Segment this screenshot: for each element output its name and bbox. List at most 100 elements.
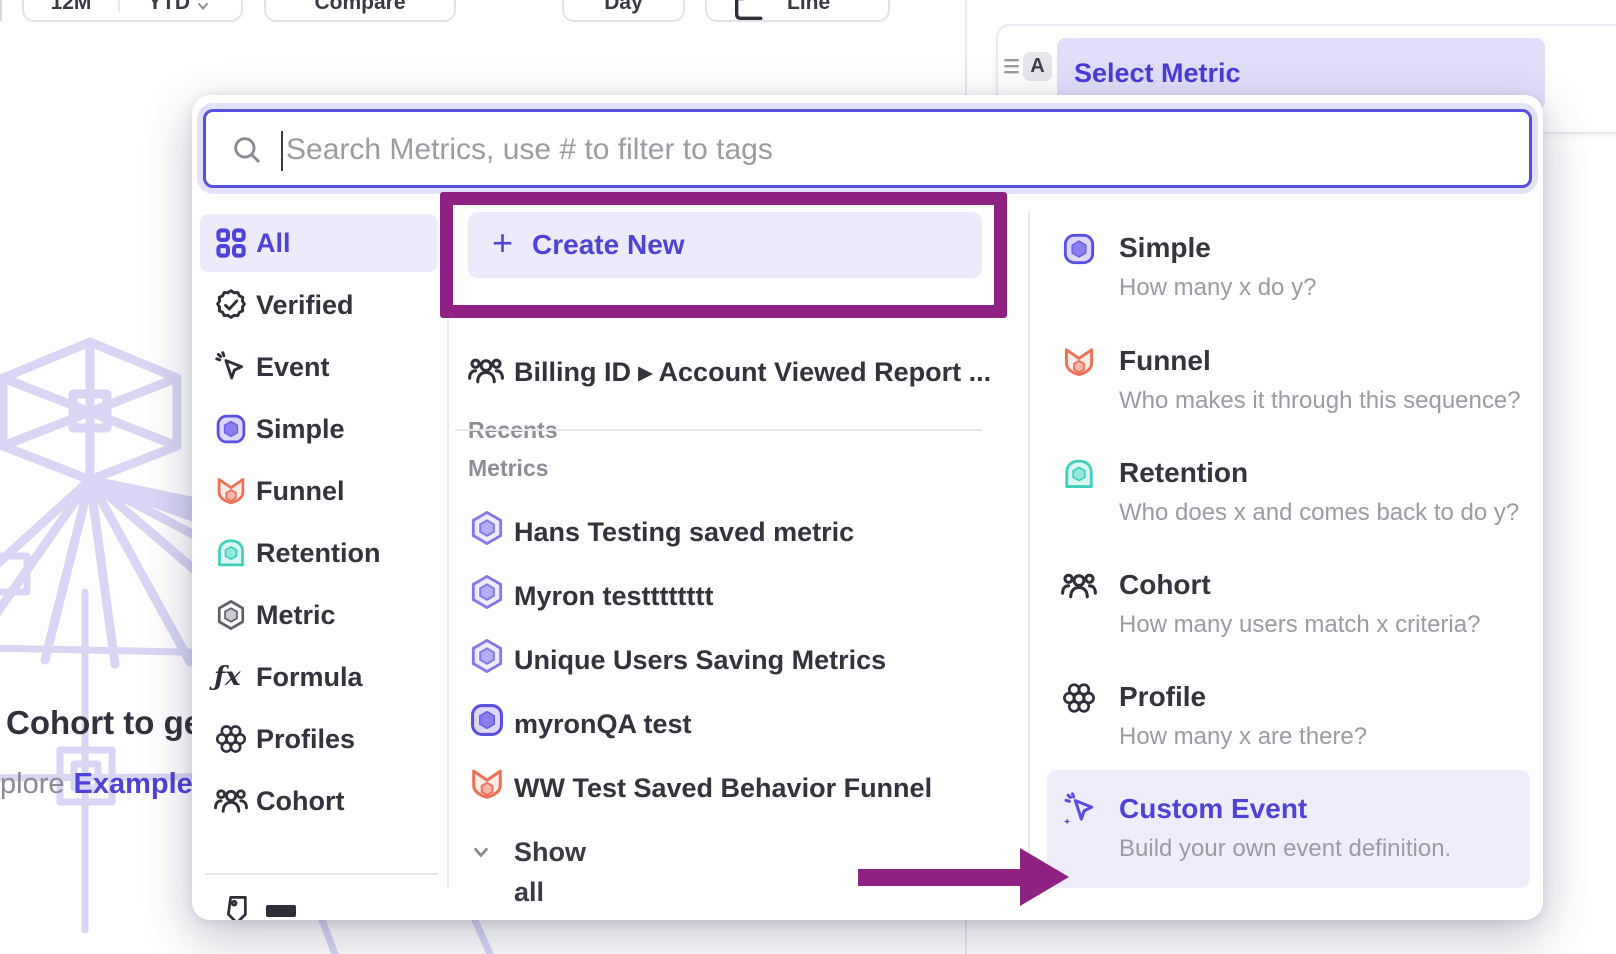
retention-icon xyxy=(214,536,248,570)
funnel-icon xyxy=(214,474,248,508)
sidebar-item-label: Cohort xyxy=(256,772,344,830)
cohort-people-icon xyxy=(468,353,504,394)
retention-icon xyxy=(1061,456,1097,492)
profiles-flower-icon xyxy=(214,722,248,756)
sidebar-item-cohort[interactable]: Cohort xyxy=(200,772,438,830)
event-cursor-icon xyxy=(214,350,248,384)
compare-label: Compare xyxy=(266,0,454,15)
saved-metric-label: Unique Users Saving Metrics xyxy=(514,635,886,685)
section-divider xyxy=(455,429,982,431)
empty-state-headline: Cohort to ge xyxy=(6,704,202,742)
sidebar-item-metric[interactable]: Metric xyxy=(200,586,438,644)
clipped-button-edge xyxy=(0,0,2,21)
annotation-arrow xyxy=(858,869,1021,886)
metric-type-funnel[interactable]: Funnel Who makes it through this sequenc… xyxy=(1036,342,1536,442)
saved-metric-label: Hans Testing saved metric xyxy=(514,507,854,557)
line-label: Line xyxy=(787,0,830,15)
annotation-arrow-head xyxy=(1020,848,1069,906)
saved-metric-label: myronQA test xyxy=(514,699,692,749)
tag-icon xyxy=(222,891,254,920)
date-range-segmented-control[interactable]: 12M YTD xyxy=(22,0,243,22)
series-badge: A xyxy=(1023,52,1052,81)
metric-type-desc: How many users match x criteria? xyxy=(1119,606,1480,644)
cohort-people-icon xyxy=(1061,568,1097,604)
metric-type-retention[interactable]: Retention Who does x and comes back to d… xyxy=(1036,454,1536,554)
recent-item-label: Billing ID ▸ Account Viewed Report ... xyxy=(514,347,991,397)
sidebar-item-retention[interactable]: Retention xyxy=(200,524,438,582)
sidebar-item-label: All xyxy=(256,214,291,272)
metric-type-desc: How many x do y? xyxy=(1119,269,1316,307)
empty-state-explore: plore Example xyxy=(0,768,193,801)
sidebar-item-verified[interactable]: Verified xyxy=(200,276,438,334)
funnel-icon xyxy=(468,765,506,808)
simple-icon xyxy=(1061,231,1097,267)
metric-search-input[interactable] xyxy=(284,112,1519,187)
metric-type-custom-event[interactable]: Custom Event Build your own event defini… xyxy=(1036,790,1536,890)
simple-icon xyxy=(214,412,248,446)
saved-metric-hexagon-icon xyxy=(468,637,506,680)
metric-type-title: Funnel xyxy=(1119,342,1211,380)
sidebar-item-tag-clipped[interactable] xyxy=(222,891,254,920)
grid-icon xyxy=(214,226,248,260)
metric-type-title: Custom Event xyxy=(1119,790,1307,828)
annotation-rectangle xyxy=(440,192,1007,318)
line-chart-icon xyxy=(731,0,765,22)
compare-button[interactable]: Compare xyxy=(264,0,456,22)
metric-hexagon-icon xyxy=(214,598,248,632)
text-caret xyxy=(281,131,283,171)
formula-icon: ƒx xyxy=(214,660,248,694)
example-reports-link[interactable]: Example xyxy=(74,768,193,800)
sidebar-item-simple[interactable]: Simple xyxy=(200,400,438,458)
custom-event-icon xyxy=(1061,792,1097,828)
metric-type-desc: Who makes it through this sequence? xyxy=(1119,382,1521,420)
metric-type-title: Profile xyxy=(1119,678,1206,716)
drag-handle-icon[interactable] xyxy=(1004,59,1021,74)
saved-metric-hexagon-icon xyxy=(468,573,506,616)
show-all-label: Show all (29) xyxy=(514,832,586,920)
profiles-flower-icon xyxy=(1061,680,1097,716)
sidebar-item-event[interactable]: Event xyxy=(200,338,438,396)
search-box xyxy=(203,109,1532,188)
day-label: Day xyxy=(564,0,683,15)
range-ytd-label: YTD xyxy=(148,0,190,15)
chart-type-line-button[interactable]: Line xyxy=(705,0,890,22)
column-divider xyxy=(1028,210,1030,888)
range-ytd-button[interactable]: YTD xyxy=(118,0,241,15)
explore-prefix: plore xyxy=(0,768,65,800)
cohort-people-icon xyxy=(214,784,248,818)
clipped-label-fragment xyxy=(266,905,296,917)
sidebar-item-label: Verified xyxy=(256,276,354,334)
chevron-down-icon xyxy=(195,0,211,15)
metric-type-simple[interactable]: Simple How many x do y? xyxy=(1036,229,1536,329)
verified-icon xyxy=(214,288,248,322)
sidebar-item-profiles[interactable]: Profiles xyxy=(200,710,438,768)
metric-type-title: Simple xyxy=(1119,229,1211,267)
sidebar-item-formula[interactable]: ƒx Formula xyxy=(200,648,438,706)
metric-type-desc: Build your own event definition. xyxy=(1119,830,1451,868)
metric-type-cohort[interactable]: Cohort How many users match x criteria? xyxy=(1036,566,1536,666)
search-icon xyxy=(230,133,264,167)
metric-type-desc: Who does x and comes back to do y? xyxy=(1119,494,1519,532)
sidebar-item-label: Profiles xyxy=(256,710,355,768)
granularity-day-button[interactable]: Day xyxy=(562,0,685,22)
sidebar-item-label: Funnel xyxy=(256,462,345,520)
simple-icon xyxy=(468,701,506,744)
saved-metric-label: Myron testttttttt xyxy=(514,571,713,621)
chevron-down-icon xyxy=(470,841,492,868)
saved-metric-label: WW Test Saved Behavior Funnel xyxy=(514,763,932,813)
sidebar-item-label: Metric xyxy=(256,586,336,644)
saved-metric-hexagon-icon xyxy=(468,509,506,552)
funnel-icon xyxy=(1061,344,1097,380)
metric-type-desc: How many x are there? xyxy=(1119,718,1367,756)
range-12m-button[interactable]: 12M xyxy=(24,0,118,15)
sidebar-item-funnel[interactable]: Funnel xyxy=(200,462,438,520)
sidebar-divider xyxy=(205,873,438,875)
sidebar-item-all[interactable]: All xyxy=(200,214,438,272)
metric-type-title: Retention xyxy=(1119,454,1248,492)
metric-type-profile[interactable]: Profile How many x are there? xyxy=(1036,678,1536,778)
metric-type-title: Cohort xyxy=(1119,566,1211,604)
sidebar-item-label: Event xyxy=(256,338,330,396)
sidebar-item-label: Formula xyxy=(256,648,363,706)
sidebar-item-label: Simple xyxy=(256,400,345,458)
sidebar-item-label: Retention xyxy=(256,524,381,582)
